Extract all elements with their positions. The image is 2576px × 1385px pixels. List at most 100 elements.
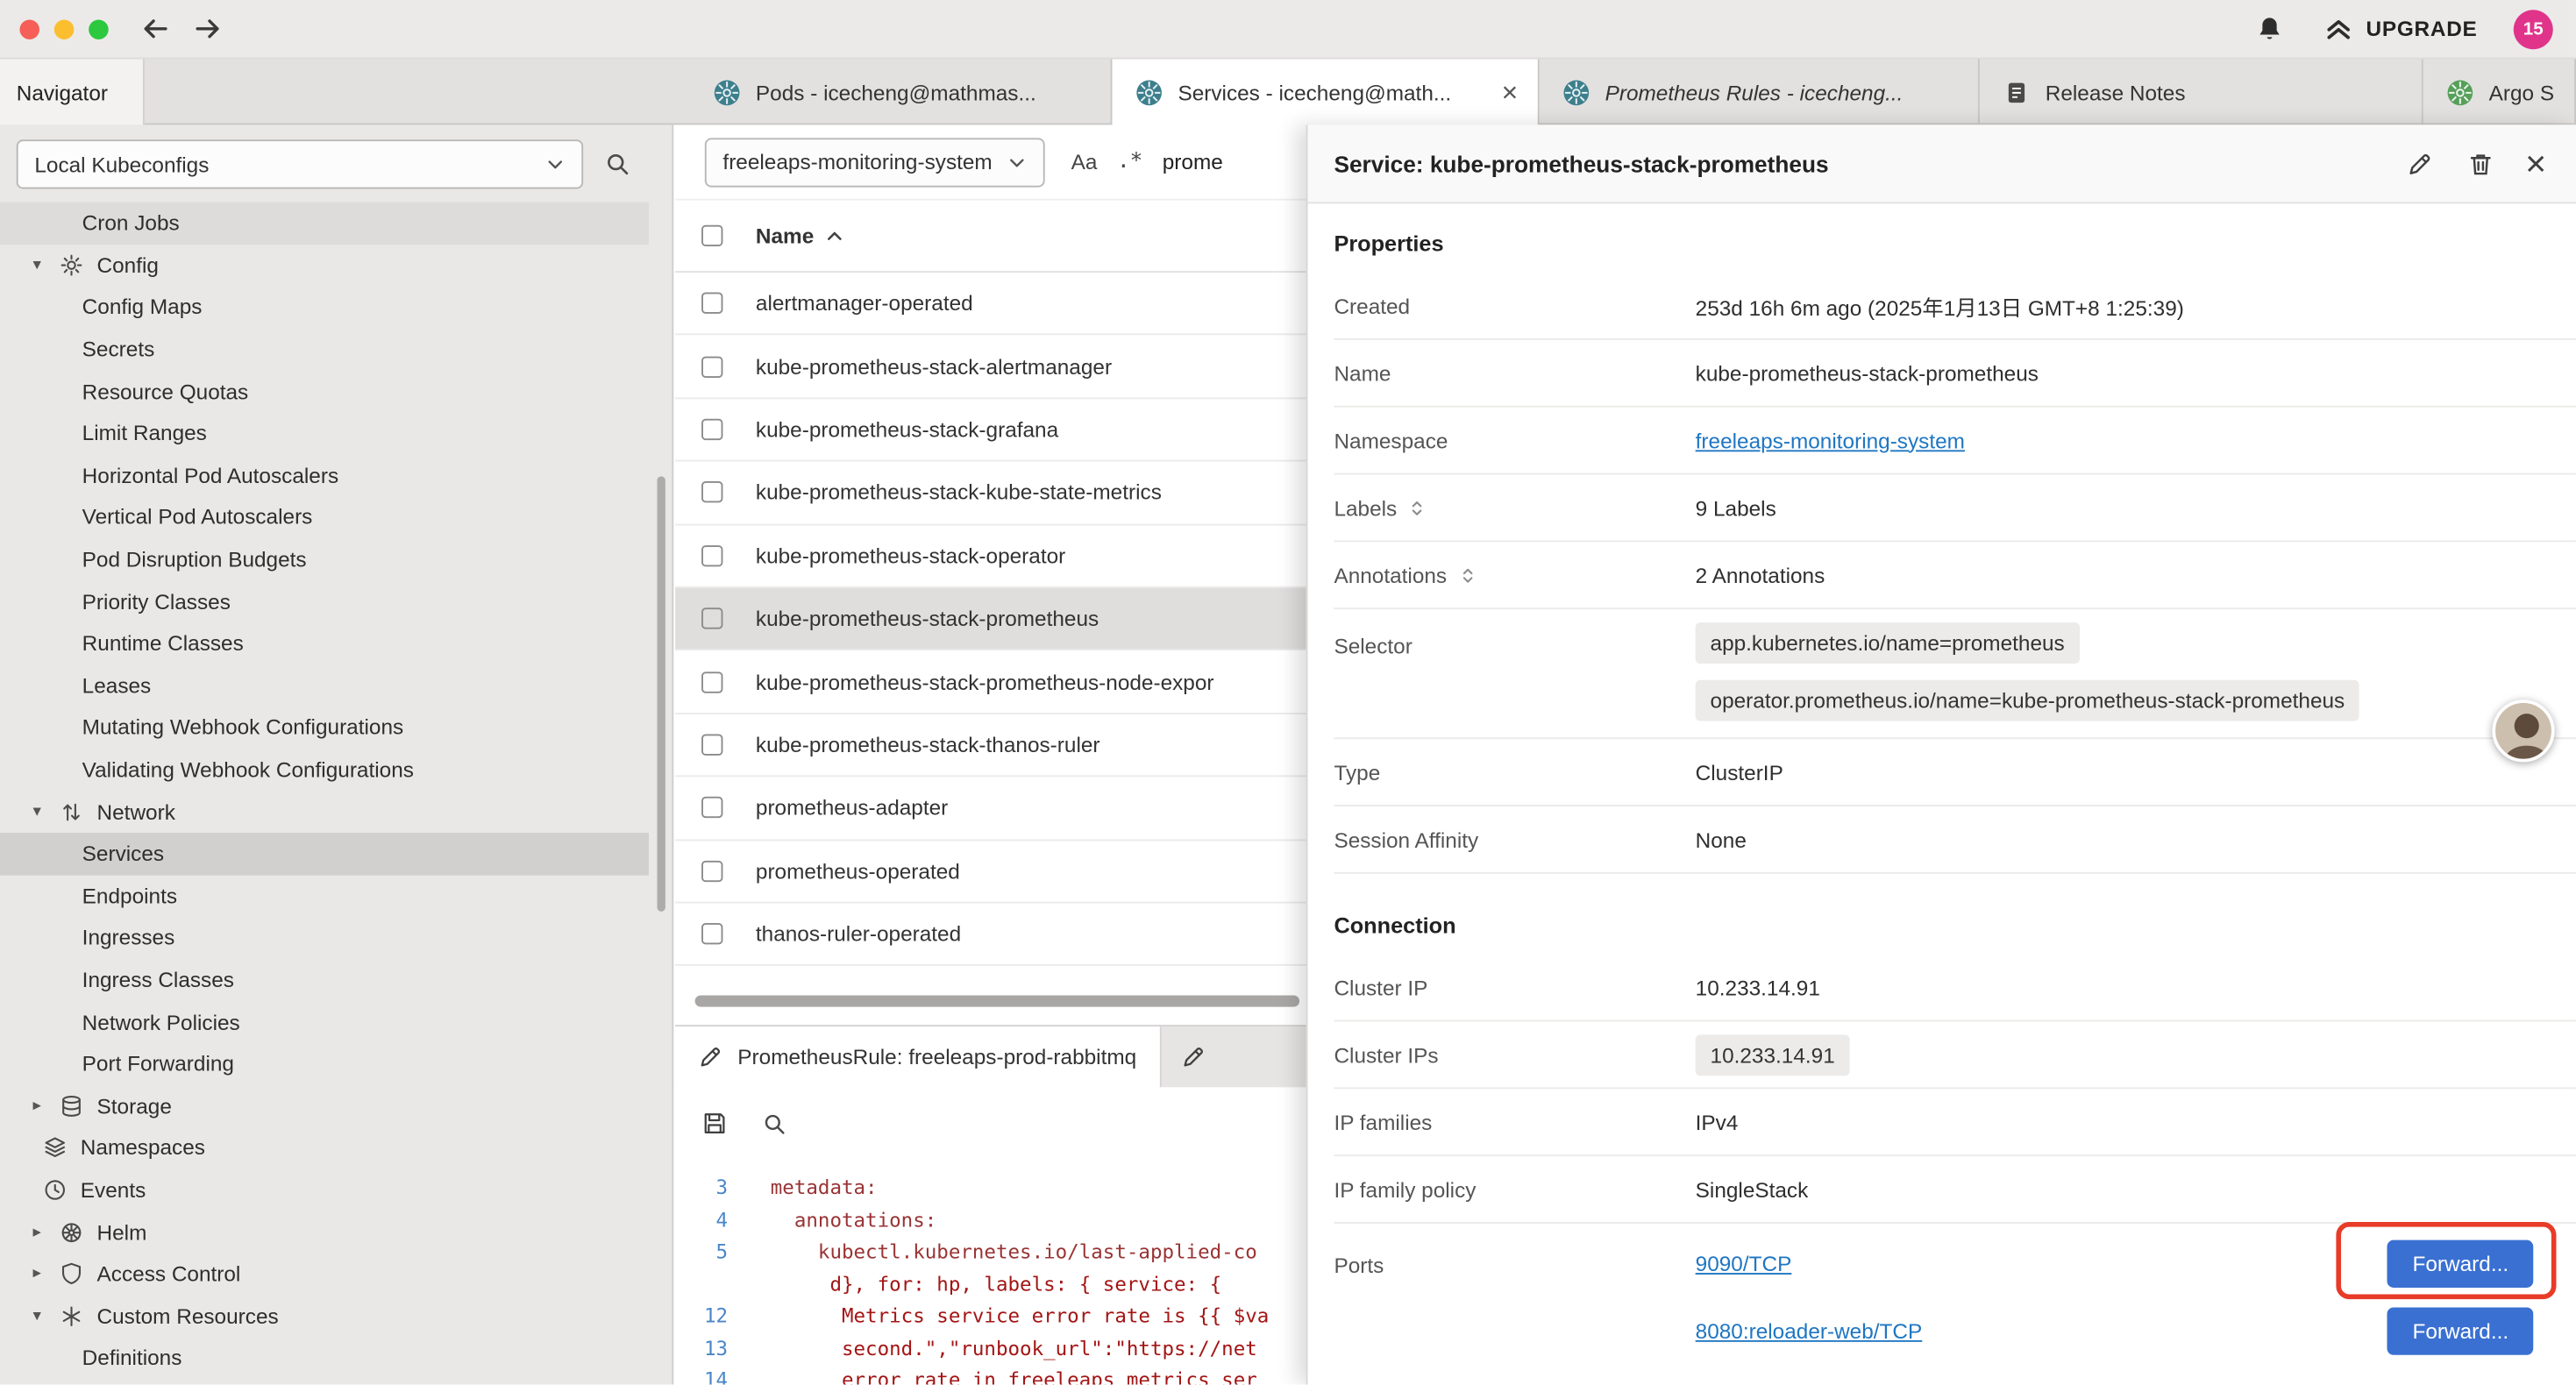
tab-bar: Navigator Pods - icecheng@mathmas... Ser… bbox=[0, 59, 2576, 124]
detail-row-annotations: Annotations 2 Annotations bbox=[1334, 542, 2576, 609]
sidebar-item-horizontal-pod-autoscalers[interactable]: Horizontal Pod Autoscalers bbox=[0, 454, 649, 496]
tab-services[interactable]: Services - icecheng@math... × bbox=[1112, 59, 1539, 126]
namespace-filter-value: freeleaps-monitoring-system bbox=[722, 150, 992, 174]
sidebar-item-helm[interactable]: ▸Helm bbox=[0, 1211, 649, 1253]
tab-prometheus-rules[interactable]: Prometheus Rules - icecheng... bbox=[1540, 59, 1980, 124]
sidebar-item-priority-classes[interactable]: Priority Classes bbox=[0, 580, 649, 622]
trash-icon[interactable] bbox=[2465, 147, 2497, 180]
lens-app-window: UPGRADE 15 Navigator Pods - icecheng@mat… bbox=[0, 0, 2576, 1385]
sidebar-scrollbar[interactable] bbox=[657, 476, 665, 912]
tab-label: Argo S bbox=[2489, 80, 2554, 104]
code-text: metadata: bbox=[748, 1173, 878, 1205]
forward-icon[interactable] bbox=[190, 12, 223, 45]
annotations-count[interactable]: 2 Annotations bbox=[1696, 563, 1825, 587]
chevron-right-icon[interactable]: ▸ bbox=[32, 1223, 59, 1241]
editor-search-icon[interactable] bbox=[758, 1107, 790, 1140]
upgrade-icon bbox=[2322, 12, 2354, 45]
chevron-down-icon[interactable]: ▾ bbox=[32, 803, 59, 821]
tab-argo[interactable]: Argo S bbox=[2423, 59, 2576, 124]
upgrade-button[interactable]: UPGRADE bbox=[2322, 12, 2478, 45]
sidebar-item-storage[interactable]: ▸Storage bbox=[0, 1085, 649, 1127]
unfold-icon[interactable] bbox=[1408, 499, 1427, 517]
sidebar-item-runtime-classes[interactable]: Runtime Classes bbox=[0, 622, 649, 664]
port-link[interactable]: 8080:reloader-web/TCP bbox=[1696, 1319, 1923, 1344]
database-icon bbox=[59, 1093, 87, 1119]
dock-tab-next-partial[interactable] bbox=[1161, 1026, 1225, 1087]
row-checkbox[interactable] bbox=[701, 545, 722, 566]
chevron-down-icon[interactable]: ▾ bbox=[32, 256, 59, 274]
forward-button[interactable]: Forward... bbox=[2387, 1307, 2533, 1354]
sort-ascending-icon[interactable] bbox=[825, 226, 844, 245]
chevron-right-icon[interactable]: ▸ bbox=[32, 1097, 59, 1115]
back-icon[interactable] bbox=[138, 12, 170, 45]
edit-pencil-icon[interactable] bbox=[2403, 147, 2436, 180]
kubeconfig-selector[interactable]: Local Kubeconfigs bbox=[17, 139, 583, 188]
row-checkbox[interactable] bbox=[701, 356, 722, 377]
sidebar-item-validating-webhook-configurations[interactable]: Validating Webhook Configurations bbox=[0, 749, 649, 791]
chevron-right-icon[interactable]: ▸ bbox=[32, 1265, 59, 1283]
chevron-down-icon[interactable]: ▾ bbox=[32, 1307, 59, 1325]
sidebar-item-limit-ranges[interactable]: Limit Ranges bbox=[0, 412, 649, 454]
port-link[interactable]: 9090/TCP bbox=[1696, 1252, 1792, 1276]
row-checkbox[interactable] bbox=[701, 797, 722, 818]
sidebar-item-endpoints[interactable]: Endpoints bbox=[0, 875, 649, 917]
sidebar-item-config[interactable]: ▾Config bbox=[0, 244, 649, 286]
notification-count-badge[interactable]: 15 bbox=[2514, 9, 2553, 48]
row-checkbox[interactable] bbox=[701, 923, 722, 944]
sidebar-item-namespaces[interactable]: Namespaces bbox=[0, 1126, 649, 1168]
dock-tab-prometheusrule[interactable]: PrometheusRule: freeleaps-prod-rabbitmq bbox=[675, 1026, 1161, 1087]
sidebar-item-secrets[interactable]: Secrets bbox=[0, 328, 649, 370]
sidebar-item-config-maps[interactable]: Config Maps bbox=[0, 286, 649, 328]
sidebar-item-definitions[interactable]: Definitions bbox=[0, 1337, 649, 1379]
forward-button[interactable]: Forward... bbox=[2387, 1240, 2533, 1288]
close-icon[interactable]: × bbox=[2525, 146, 2546, 181]
maximize-window-button[interactable] bbox=[89, 19, 108, 39]
row-checkbox[interactable] bbox=[701, 860, 722, 881]
labels-count[interactable]: 9 Labels bbox=[1696, 495, 1776, 520]
row-checkbox[interactable] bbox=[701, 419, 722, 440]
sidebar-item-services[interactable]: Services bbox=[0, 833, 649, 875]
unfold-icon[interactable] bbox=[1458, 565, 1477, 584]
match-case-toggle[interactable]: Aa bbox=[1071, 150, 1098, 174]
sidebar-item-cron-jobs[interactable]: Cron Jobs bbox=[0, 202, 649, 244]
sidebar-item-ingresses[interactable]: Ingresses bbox=[0, 917, 649, 959]
sidebar-item-leases[interactable]: Leases bbox=[0, 664, 649, 707]
sidebar-item-label: Horizontal Pod Autoscalers bbox=[82, 463, 338, 487]
notifications-bell-icon[interactable] bbox=[2252, 12, 2285, 45]
sidebar-item-network-policies[interactable]: Network Policies bbox=[0, 1001, 649, 1043]
sidebar-item-mutating-webhook-configurations[interactable]: Mutating Webhook Configurations bbox=[0, 707, 649, 749]
namespace-link[interactable]: freeleaps-monitoring-system bbox=[1696, 428, 1965, 452]
tab-release-notes[interactable]: Release Notes bbox=[1980, 59, 2423, 124]
sidebar-item-resource-quotas[interactable]: Resource Quotas bbox=[0, 370, 649, 412]
avatar[interactable] bbox=[2492, 700, 2554, 762]
detail-row-session-affinity: Session Affinity None bbox=[1334, 806, 2576, 874]
save-icon[interactable] bbox=[698, 1107, 730, 1140]
search-input[interactable]: prome bbox=[1163, 150, 1223, 174]
namespace-filter-dropdown[interactable]: freeleaps-monitoring-system bbox=[705, 137, 1045, 186]
horizontal-scrollbar[interactable] bbox=[695, 995, 1300, 1006]
tab-pods[interactable]: Pods - icecheng@mathmas... bbox=[690, 59, 1113, 124]
select-all-checkbox[interactable] bbox=[701, 225, 722, 246]
name-column-header[interactable]: Name bbox=[756, 224, 814, 248]
sidebar-item-events[interactable]: Events bbox=[0, 1168, 649, 1211]
sidebar-item-port-forwarding[interactable]: Port Forwarding bbox=[0, 1043, 649, 1085]
row-checkbox[interactable] bbox=[701, 734, 722, 755]
navigator-panel-header[interactable]: Navigator bbox=[0, 59, 145, 124]
row-checkbox[interactable] bbox=[701, 608, 722, 629]
sidebar-item-access-control[interactable]: ▸Access Control bbox=[0, 1253, 649, 1295]
row-checkbox[interactable] bbox=[701, 293, 722, 314]
titlebar-right: UPGRADE 15 bbox=[2252, 9, 2553, 48]
sidebar-item-custom-resources[interactable]: ▾Custom Resources bbox=[0, 1295, 649, 1337]
sidebar-item-vertical-pod-autoscalers[interactable]: Vertical Pod Autoscalers bbox=[0, 496, 649, 538]
tab-close-icon[interactable]: × bbox=[1502, 79, 1519, 107]
sidebar-item-pod-disruption-budgets[interactable]: Pod Disruption Budgets bbox=[0, 538, 649, 580]
sidebar-item-network[interactable]: ▾Network bbox=[0, 791, 649, 833]
regex-toggle[interactable]: .* bbox=[1117, 150, 1142, 174]
row-checkbox[interactable] bbox=[701, 482, 722, 503]
sidebar-search-icon[interactable] bbox=[601, 148, 634, 181]
row-checkbox[interactable] bbox=[701, 671, 722, 692]
sidebar-item-ingress-classes[interactable]: Ingress Classes bbox=[0, 959, 649, 1001]
minimize-window-button[interactable] bbox=[54, 19, 74, 39]
close-window-button[interactable] bbox=[19, 19, 39, 39]
drawer-body: Properties Created 253d 16h 6m ago (2025… bbox=[1307, 203, 2575, 1384]
